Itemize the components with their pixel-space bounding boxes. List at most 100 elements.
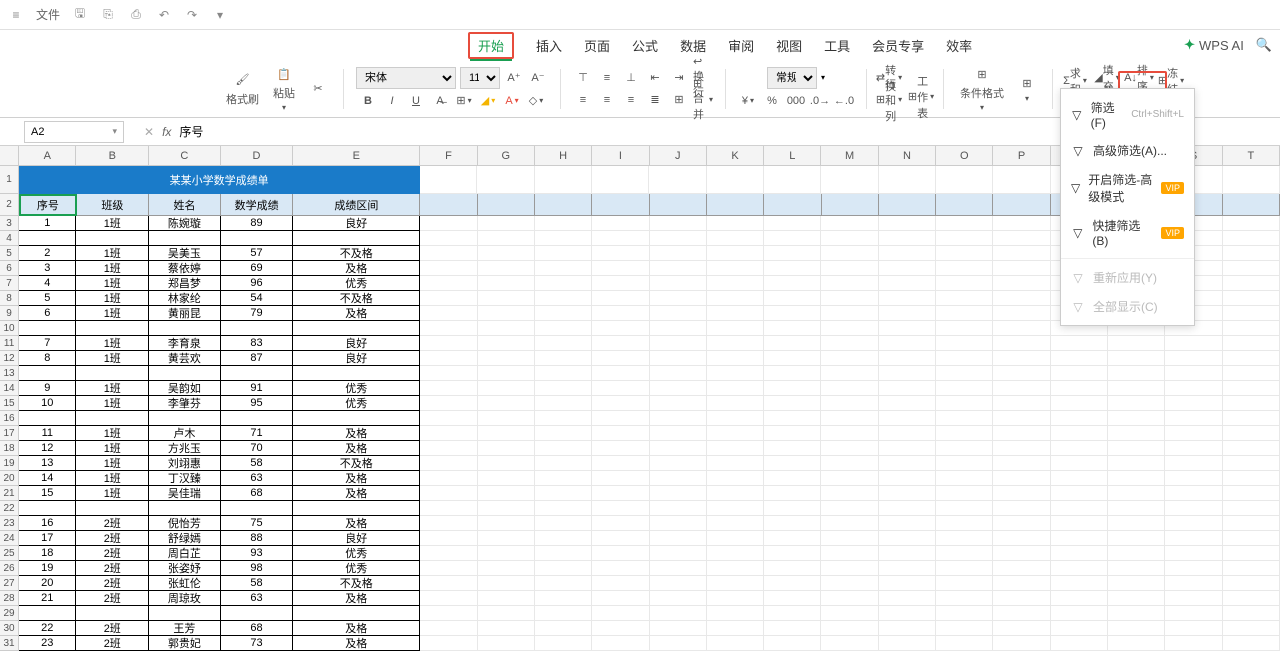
font-size-select[interactable]: 11 — [460, 67, 500, 89]
decimal-dec-icon[interactable]: ←.0 — [834, 91, 854, 111]
cell[interactable] — [707, 381, 764, 396]
cell[interactable]: 17 — [19, 531, 76, 546]
cell[interactable] — [764, 561, 821, 576]
cell[interactable] — [592, 591, 649, 606]
cell[interactable] — [821, 351, 878, 366]
cell[interactable]: 及格 — [293, 486, 420, 501]
currency-icon[interactable]: ¥ — [738, 91, 758, 111]
cell[interactable] — [650, 426, 707, 441]
cell[interactable] — [592, 351, 649, 366]
cell[interactable] — [650, 381, 707, 396]
cell[interactable] — [650, 366, 707, 381]
row-header[interactable]: 17 — [0, 426, 19, 441]
cell[interactable] — [879, 396, 936, 411]
cell[interactable] — [293, 411, 420, 426]
cell[interactable] — [707, 471, 764, 486]
cell[interactable] — [420, 336, 477, 351]
cell[interactable] — [764, 336, 821, 351]
cell[interactable] — [592, 216, 649, 231]
cell[interactable] — [936, 381, 993, 396]
cell[interactable] — [936, 336, 993, 351]
cell[interactable] — [879, 561, 936, 576]
cell[interactable] — [1223, 306, 1280, 321]
cell[interactable] — [707, 411, 764, 426]
cell[interactable] — [221, 231, 294, 246]
cell[interactable] — [936, 411, 993, 426]
cell[interactable] — [879, 231, 936, 246]
cell[interactable] — [879, 501, 936, 516]
cell[interactable] — [19, 606, 76, 621]
cell[interactable] — [535, 441, 592, 456]
cell[interactable] — [1051, 486, 1108, 501]
cell[interactable] — [936, 246, 993, 261]
cell[interactable]: 黄丽昆 — [149, 306, 221, 321]
cell[interactable] — [535, 636, 592, 651]
cell[interactable] — [1223, 351, 1280, 366]
italic-button[interactable]: I — [382, 91, 402, 111]
cell[interactable] — [764, 216, 821, 231]
cell[interactable] — [478, 351, 535, 366]
cell[interactable]: 7 — [19, 336, 76, 351]
cell[interactable] — [1165, 441, 1222, 456]
percent-icon[interactable]: % — [762, 91, 782, 111]
cell[interactable] — [592, 166, 649, 194]
cell[interactable] — [821, 321, 878, 336]
cell[interactable] — [650, 636, 707, 651]
cell[interactable] — [1165, 546, 1222, 561]
cell[interactable] — [420, 486, 477, 501]
cell[interactable] — [535, 366, 592, 381]
cell[interactable] — [1108, 366, 1165, 381]
cell[interactable] — [821, 576, 878, 591]
cell[interactable] — [707, 351, 764, 366]
cell[interactable] — [707, 216, 764, 231]
header-cell[interactable] — [420, 194, 477, 216]
cell[interactable] — [478, 261, 535, 276]
row-header[interactable]: 16 — [0, 411, 19, 426]
col-header-A[interactable]: A — [19, 146, 76, 166]
cell[interactable] — [879, 411, 936, 426]
cell[interactable] — [293, 606, 420, 621]
cell[interactable] — [764, 456, 821, 471]
cell[interactable] — [936, 216, 993, 231]
row-header[interactable]: 14 — [0, 381, 19, 396]
cell[interactable] — [1108, 606, 1165, 621]
col-header-L[interactable]: L — [764, 146, 821, 166]
cell[interactable] — [649, 166, 706, 194]
cell[interactable]: 91 — [221, 381, 294, 396]
cell[interactable] — [221, 501, 294, 516]
cell[interactable] — [1165, 516, 1222, 531]
tab-insert[interactable]: 插入 — [536, 33, 562, 58]
row-header[interactable]: 7 — [0, 276, 19, 291]
cell[interactable] — [1223, 411, 1280, 426]
cell[interactable]: 58 — [221, 456, 294, 471]
cell[interactable] — [1165, 531, 1222, 546]
cell[interactable] — [592, 396, 649, 411]
cell[interactable] — [420, 561, 477, 576]
col-header-D[interactable]: D — [221, 146, 294, 166]
row-header[interactable]: 3 — [0, 216, 19, 231]
col-header-K[interactable]: K — [707, 146, 764, 166]
cell[interactable]: 周白芷 — [149, 546, 221, 561]
cell[interactable]: 1班 — [76, 216, 149, 231]
cell[interactable]: 1班 — [76, 351, 149, 366]
tab-page[interactable]: 页面 — [584, 33, 610, 58]
cell[interactable]: 及格 — [293, 591, 420, 606]
cond-format-button[interactable]: ⊞条件格式▾ — [956, 63, 1008, 114]
cell[interactable] — [879, 516, 936, 531]
cell[interactable] — [76, 501, 149, 516]
cell[interactable]: 95 — [221, 396, 294, 411]
cell[interactable] — [1223, 336, 1280, 351]
cell[interactable] — [764, 246, 821, 261]
filter-menu-enable-advanced[interactable]: ▽ 开启筛选-高级模式 VIP — [1061, 165, 1194, 211]
cell[interactable] — [592, 291, 649, 306]
row-header[interactable]: 27 — [0, 576, 19, 591]
cell[interactable] — [650, 396, 707, 411]
cell[interactable]: 71 — [221, 426, 294, 441]
cell[interactable] — [592, 636, 649, 651]
cell[interactable] — [879, 306, 936, 321]
cell[interactable]: 15 — [19, 486, 76, 501]
cell[interactable] — [1223, 546, 1280, 561]
fx-icon[interactable]: fx — [162, 125, 171, 139]
cell[interactable] — [535, 561, 592, 576]
row-header[interactable]: 8 — [0, 291, 19, 306]
